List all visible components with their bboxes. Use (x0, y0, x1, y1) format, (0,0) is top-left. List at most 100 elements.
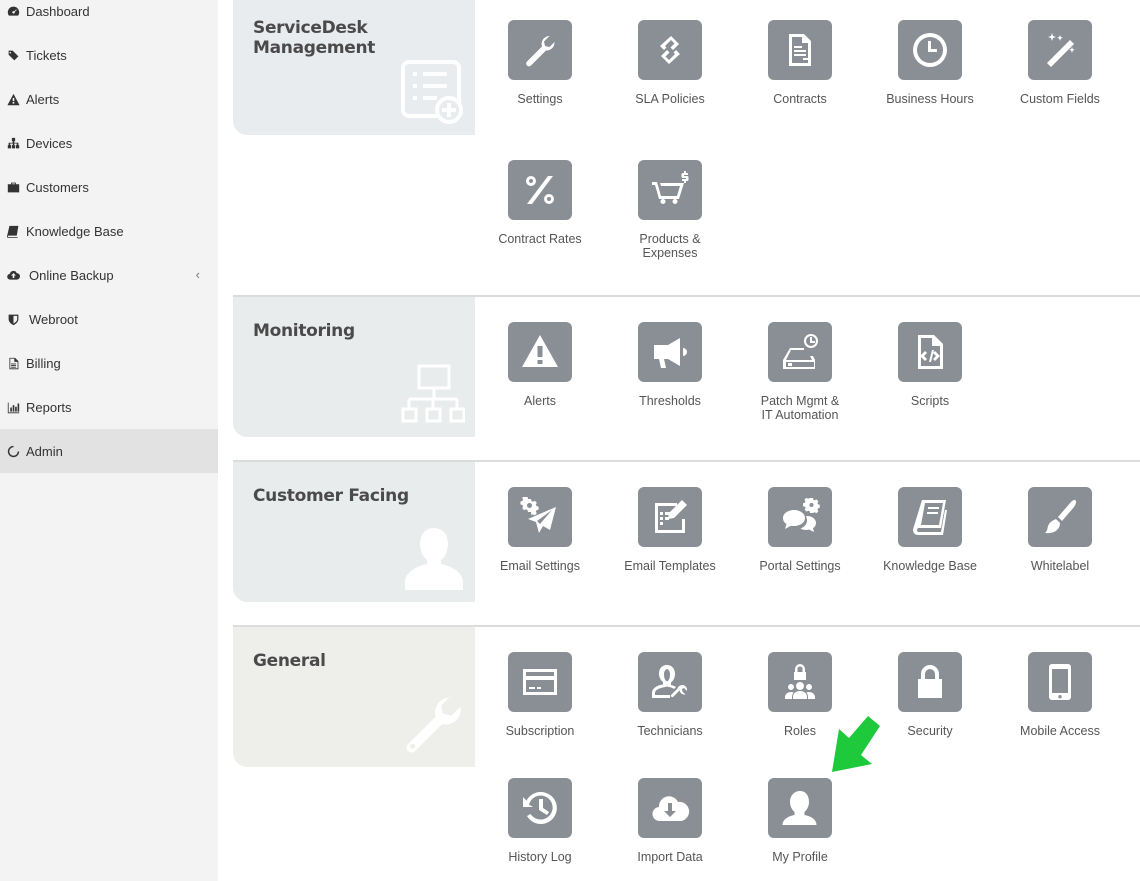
tile-label: Thresholds (639, 394, 701, 408)
tile-label: Mobile Access (1020, 724, 1100, 738)
tile-security[interactable]: Security (865, 652, 995, 762)
sidebar-item-label: Alerts (26, 91, 60, 107)
wrench-icon (401, 691, 467, 762)
tile-label: Custom Fields (1020, 92, 1100, 106)
dashboard-icon (6, 4, 20, 18)
tile-portal-settings[interactable]: Portal Settings (735, 487, 865, 597)
sidebar-item-label: Customers (26, 179, 89, 195)
tile-subscription[interactable]: Subscription (475, 652, 605, 762)
sidebar-item-label: Devices (26, 135, 73, 151)
sidebar-item-dashboard[interactable]: Dashboard (0, 0, 218, 33)
warning-icon (6, 92, 20, 106)
sidebar-item-knowledge-base[interactable]: Knowledge Base (0, 209, 218, 253)
tile-thresholds[interactable]: Thresholds (605, 322, 735, 432)
tile-settings[interactable]: Settings (475, 20, 605, 130)
tile-email-settings[interactable]: Email Settings (475, 487, 605, 597)
tile-label: Contracts (773, 92, 827, 106)
sidebar-item-label: Knowledge Base (26, 223, 124, 239)
sidebar-item-reports[interactable]: Reports (0, 385, 218, 429)
spinner-icon (6, 444, 20, 458)
tile-knowledge-base[interactable]: Knowledge Base (865, 487, 995, 597)
tile-email-templates[interactable]: Email Templates (605, 487, 735, 597)
sidebar-item-webroot[interactable]: Webroot (0, 297, 218, 341)
network-icon (401, 363, 466, 432)
section-title: Monitoring (253, 321, 355, 341)
sidebar-item-label: Admin (26, 443, 63, 459)
paper-plane-gear-icon (508, 487, 572, 547)
shield-icon (6, 312, 20, 326)
tile-label: History Log (508, 850, 572, 864)
tile-label: Settings (517, 92, 563, 106)
credit-card-icon (508, 652, 572, 712)
chevron-left-icon[interactable]: ‹ (196, 267, 200, 282)
sidebar-item-devices[interactable]: Devices (0, 121, 218, 165)
contract-icon (768, 20, 832, 80)
sidebar-item-admin[interactable]: Admin (0, 429, 218, 473)
tile-label: Products & Expenses (639, 232, 701, 260)
tile-label: Knowledge Base (883, 559, 977, 573)
tile-products-expenses[interactable]: Products & Expenses (605, 160, 735, 270)
tile-contracts[interactable]: Contracts (735, 20, 865, 130)
section-title: ServiceDesk Management (253, 18, 376, 58)
tile-contract-rates[interactable]: Contract Rates (475, 160, 605, 270)
chat-gear-icon (768, 487, 832, 547)
tile-history-log[interactable]: History Log (475, 778, 605, 881)
bar-chart-icon (6, 400, 20, 414)
sidebar-item-customers[interactable]: Customers (0, 165, 218, 209)
tile-alerts[interactable]: Alerts (475, 322, 605, 432)
tile-sla-policies[interactable]: SLA Policies (605, 20, 735, 130)
book-icon (898, 487, 962, 547)
paint-brush-icon (1028, 487, 1092, 547)
sidebar-item-online-backup[interactable]: Online Backup ‹ (0, 253, 218, 297)
section-servicedesk-management: ServiceDesk Management (233, 0, 475, 135)
sidebar-item-label: Dashboard (26, 3, 90, 19)
tile-label: Whitelabel (1030, 559, 1090, 573)
tile-patch-mgmt-it-automation[interactable]: Patch Mgmt & IT Automation (735, 322, 865, 432)
cart-dollar-icon (638, 160, 702, 220)
tile-whitelabel[interactable]: Whitelabel (995, 487, 1125, 597)
technician-icon (638, 652, 702, 712)
warning-icon (508, 322, 572, 382)
tile-label: Import Data (637, 850, 703, 864)
form-add-icon (399, 58, 465, 131)
sidebar-item-alerts[interactable]: Alerts (0, 77, 218, 121)
sitemap-icon (6, 136, 20, 150)
history-icon (508, 778, 572, 838)
tile-scripts[interactable]: Scripts (865, 322, 995, 432)
sidebar-item-billing[interactable]: Billing (0, 341, 218, 385)
cloud-download-icon (638, 778, 702, 838)
edit-form-icon (638, 487, 702, 547)
tile-business-hours[interactable]: Business Hours (865, 20, 995, 130)
tile-label: Patch Mgmt & IT Automation (760, 394, 840, 422)
section-title: General (253, 651, 326, 671)
tile-mobile-access[interactable]: Mobile Access (995, 652, 1125, 762)
tile-import-data[interactable]: Import Data (605, 778, 735, 881)
user-silhouette-icon (403, 526, 465, 597)
sidebar-item-label: Tickets (26, 47, 67, 63)
tile-label: Email Templates (624, 559, 716, 573)
tile-label: Business Hours (886, 92, 974, 106)
tile-my-profile[interactable]: My Profile (735, 778, 865, 881)
briefcase-icon (6, 180, 20, 194)
tile-label: Subscription (505, 724, 575, 738)
user-icon (768, 778, 832, 838)
tile-label: Scripts (910, 394, 950, 408)
tile-technicians[interactable]: Technicians (605, 652, 735, 762)
file-text-icon (6, 356, 20, 370)
tile-label: Technicians (637, 724, 703, 738)
green-arrow-icon (828, 716, 884, 776)
tile-label: Alerts (524, 394, 556, 408)
magic-wand-icon (1028, 20, 1092, 80)
roles-lock-icon (768, 652, 832, 712)
section-title: Customer Facing (253, 486, 409, 506)
sidebar-item-label: Webroot (29, 311, 78, 327)
cloud-upload-icon (6, 268, 20, 282)
tile-label: Security (907, 724, 953, 738)
tile-custom-fields[interactable]: Custom Fields (995, 20, 1125, 130)
sidebar-item-tickets[interactable]: Tickets (0, 33, 218, 77)
sidebar-item-label: Online Backup (29, 267, 114, 283)
sidebar: Dashboard Tickets Alerts Devices Custome… (0, 0, 218, 881)
clock-icon (898, 20, 962, 80)
code-file-icon (898, 322, 962, 382)
section-monitoring: Monitoring (233, 297, 475, 437)
